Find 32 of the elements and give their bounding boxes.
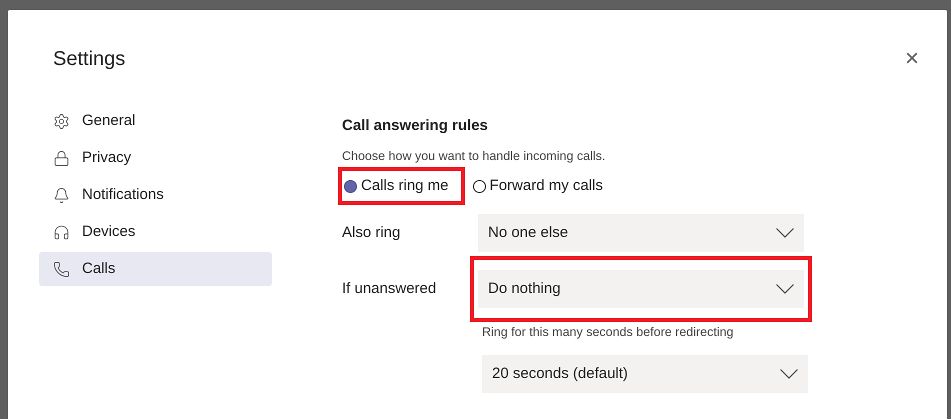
headset-icon [53, 224, 70, 240]
chevron-icon [780, 369, 798, 379]
section-description: Choose how you want to handle incoming calls. [342, 148, 606, 165]
ring-hint: Ring for this many seconds before redirecting [482, 324, 735, 342]
sidebar-label: Devices [82, 222, 136, 242]
sidebar-label: General [82, 110, 136, 131]
dropdown[interactable]: Do nothing [478, 270, 804, 308]
close-button[interactable]: × [904, 47, 919, 71]
dialog-title: Settings [53, 47, 126, 72]
dropdown[interactable]: No one else [478, 214, 804, 252]
sidebar-item[interactable]: Calls [39, 252, 272, 286]
sidebar-item[interactable]: Privacy [39, 141, 272, 175]
chevron-icon [776, 228, 794, 238]
sidebar-label: Privacy [82, 148, 132, 168]
chevron-icon [776, 284, 794, 294]
radio-option[interactable]: Forward my calls [472, 175, 603, 198]
phone-icon [53, 260, 70, 278]
radio-button[interactable] [472, 180, 486, 193]
radio-option[interactable]: Calls ring me [344, 175, 449, 198]
dropdown[interactable]: 20 seconds (default) [482, 355, 808, 393]
sidebar-label: Calls [82, 258, 116, 279]
section-heading: Call answering rules [342, 116, 489, 136]
sidebar-label: Notifications [82, 184, 164, 205]
radio-button[interactable] [344, 180, 357, 193]
lock-icon [53, 150, 70, 166]
field-label: If unanswered [341, 279, 438, 299]
bell-icon [53, 186, 70, 204]
gear-icon [53, 112, 70, 130]
sidebar-item[interactable]: General [39, 104, 272, 138]
field-label: Also ring [341, 223, 402, 243]
sidebar-item[interactable]: Devices [39, 215, 272, 249]
sidebar-item[interactable]: Notifications [39, 178, 272, 212]
